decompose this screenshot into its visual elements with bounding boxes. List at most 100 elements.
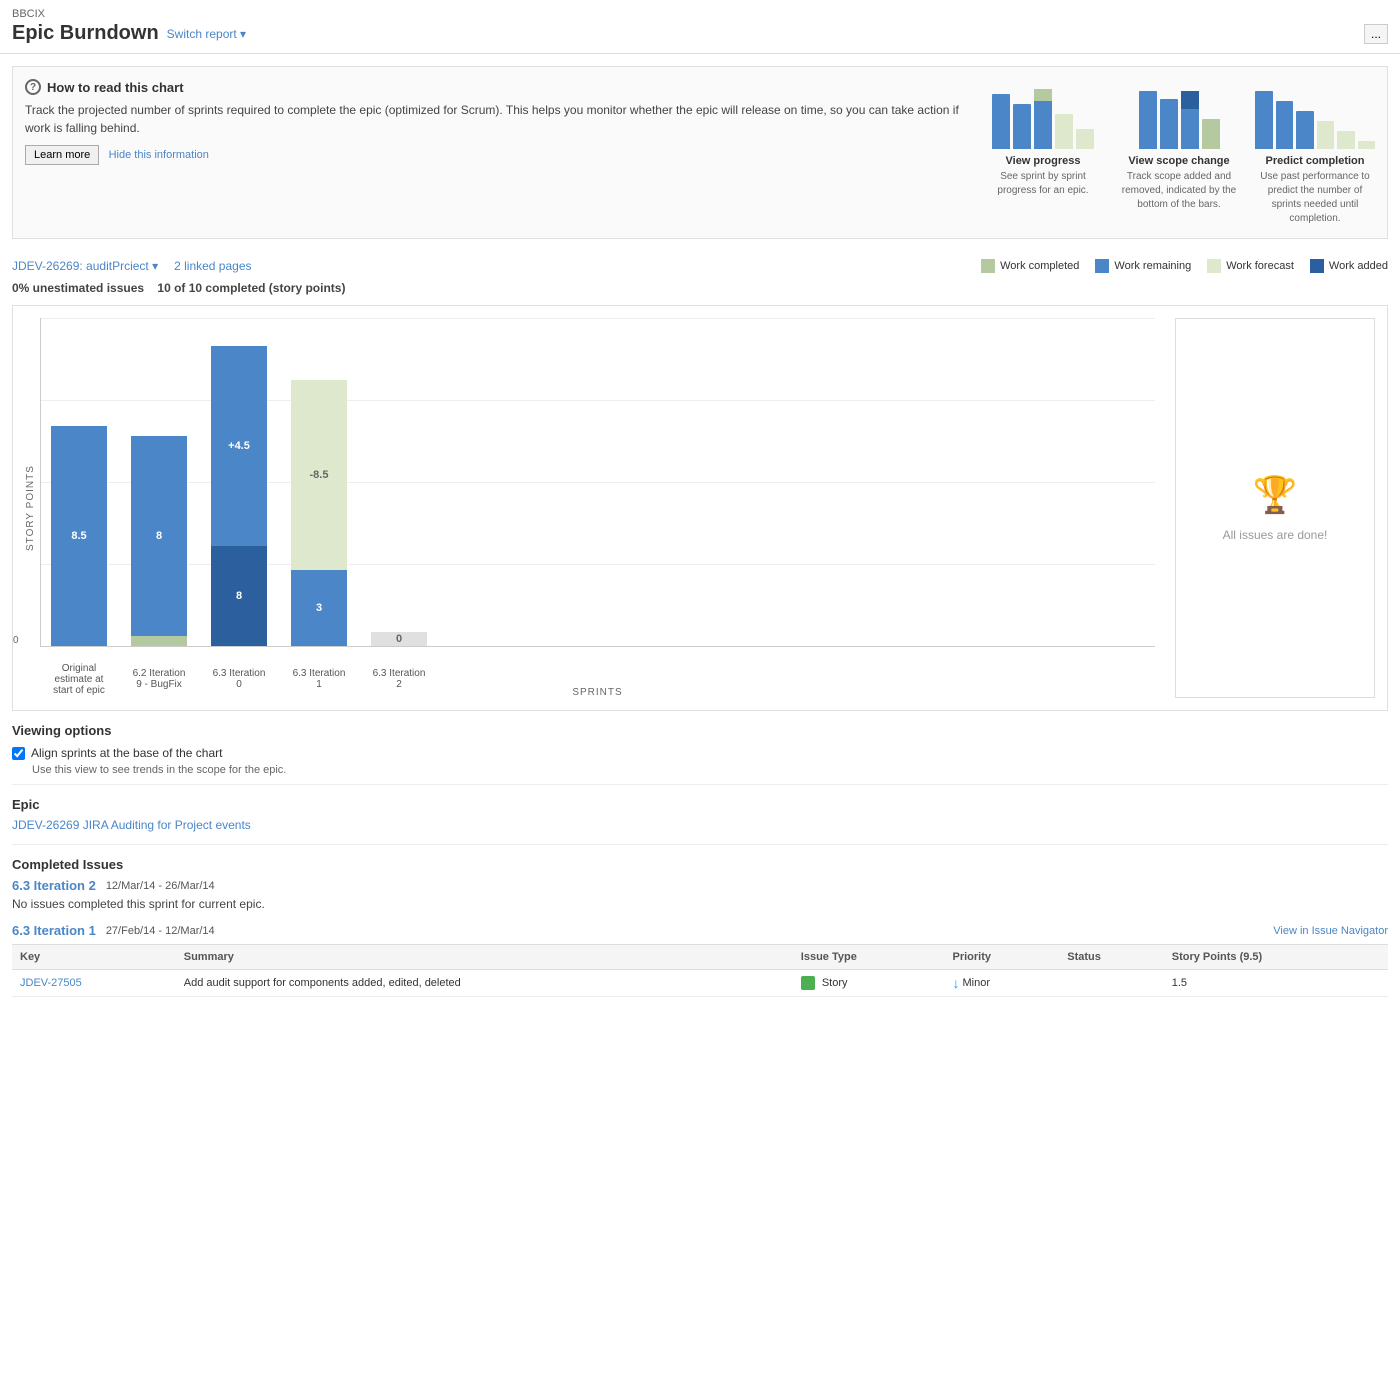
epic-link-item[interactable]: JDEV-26269 JIRA Auditing for Project eve… (12, 818, 1388, 832)
sprint-header-row-iter1: 6.3 Iteration 1 27/Feb/14 - 12/Mar/14 Vi… (12, 923, 1388, 938)
sprint-dates-iter1: 27/Feb/14 - 12/Mar/14 (106, 925, 215, 937)
info-description: Track the projected number of sprints re… (25, 101, 963, 137)
sprint-dates-iter2: 12/Mar/14 - 26/Mar/14 (106, 880, 215, 892)
learn-more-button[interactable]: Learn more (25, 145, 99, 165)
bar-label: 6.3 Iteration2 (359, 668, 439, 690)
bars-container: 8.5 Originalestimate atstart of epic 8 (51, 318, 427, 646)
legend-label-added: Work added (1329, 260, 1388, 272)
align-sprints-row: Align sprints at the base of the chart (12, 746, 1388, 760)
completed-issues-title: Completed Issues (12, 857, 1388, 872)
breadcrumb: BBCIX (12, 8, 1388, 20)
mini-bar (1181, 109, 1199, 149)
issue-status-cell (1059, 970, 1163, 997)
bar-iter0: 8 +4.5 6.3 Iteration0 (211, 346, 267, 646)
chart-section: STORY POINTS 0 (12, 305, 1388, 711)
issue-priority-cell: ↓ Minor (944, 970, 1059, 997)
bar-segment-added: 8 (211, 546, 267, 646)
bar-segment-remaining: 3 (291, 570, 347, 646)
col-key: Key (12, 945, 176, 970)
chart-wrap: STORY POINTS 0 (25, 318, 1155, 698)
mini-chart-scope (1119, 79, 1239, 149)
mini-bar (1255, 91, 1273, 149)
bar-stack: 8 (131, 436, 187, 646)
legend-item-remaining: Work remaining (1095, 259, 1191, 273)
info-chart-desc: See sprint by sprint progress for an epi… (983, 170, 1103, 198)
info-panel: ? How to read this chart Track the proje… (12, 66, 1388, 239)
switch-report-link[interactable]: Switch report ▾ (167, 27, 246, 41)
info-chart-desc: Use past performance to predict the numb… (1255, 170, 1375, 226)
sprint-name-iter1: 6.3 Iteration 1 (12, 923, 96, 938)
bar-stack: 0 (371, 632, 427, 646)
linked-pages-link[interactable]: 2 linked pages (174, 259, 251, 273)
priority-badge: ↓ Minor (952, 975, 990, 991)
mini-bar (1202, 119, 1220, 149)
y-axis-label: STORY POINTS (25, 318, 36, 698)
mini-chart-progress (983, 79, 1103, 149)
mini-bar (1296, 111, 1314, 149)
priority-label: Minor (962, 977, 990, 989)
align-sprints-desc: Use this view to see trends in the scope… (32, 764, 1388, 776)
page-title: Epic Burndown (12, 22, 159, 45)
bar-stack: 8 +4.5 (211, 346, 267, 646)
more-button[interactable]: ... (1364, 24, 1388, 44)
legend-item-forecast: Work forecast (1207, 259, 1294, 273)
chart-bars-wrap: 0 8.5 Originalestimate atstart of epic (40, 318, 1155, 647)
mini-bar (1317, 121, 1335, 149)
legend-swatch-completed (981, 259, 995, 273)
sprint-name-iter2: 6.3 Iteration 2 (12, 878, 96, 893)
col-issue-type: Issue Type (793, 945, 945, 970)
mini-bar (1139, 91, 1157, 149)
bar-label: 6.2 Iteration9 - BugFix (119, 668, 199, 690)
y-num: 0 (13, 635, 19, 646)
stats-completed: 0% unestimated issues 10 of 10 completed… (0, 281, 1400, 297)
legend-swatch-added (1310, 259, 1324, 273)
mini-bar (1076, 129, 1094, 149)
info-chart-title: View scope change (1119, 155, 1239, 167)
all-done-text: All issues are done! (1223, 528, 1328, 542)
page-header: BBCIX Epic Burndown Switch report ▾ ... (0, 0, 1400, 54)
hide-info-button[interactable]: Hide this information (109, 149, 209, 161)
epic-section: Epic JDEV-26269 JIRA Auditing for Projec… (12, 797, 1388, 832)
align-sprints-checkbox[interactable] (12, 747, 25, 760)
bar-segment: 8.5 (51, 426, 107, 646)
info-chart-predict: Predict completion Use past performance … (1255, 79, 1375, 226)
legend-swatch-remaining (1095, 259, 1109, 273)
mini-bar (992, 94, 1010, 149)
mini-bar (1013, 104, 1031, 149)
col-priority: Priority (944, 945, 1059, 970)
divider (12, 784, 1388, 785)
priority-icon: ↓ (952, 975, 959, 991)
legend-label-forecast: Work forecast (1226, 260, 1294, 272)
issue-type-cell: Story (793, 970, 945, 997)
view-navigator-link[interactable]: View in Issue Navigator (1273, 925, 1388, 937)
bar-iter1: 3 -8.5 6.3 Iteration1 (291, 380, 347, 646)
bar-iter9: 8 6.2 Iteration9 - BugFix (131, 436, 187, 646)
sprint-header-iter2[interactable]: 6.3 Iteration 2 12/Mar/14 - 26/Mar/14 (12, 878, 1388, 893)
stats-unestimated: 0% unestimated issues (12, 281, 144, 295)
bar-stack: 3 -8.5 (291, 380, 347, 646)
info-chart-title: View progress (983, 155, 1103, 167)
all-done-box: 🏆 All issues are done! (1175, 318, 1375, 698)
viewing-options-title: Viewing options (12, 723, 1388, 738)
legend-item-completed: Work completed (981, 259, 1079, 273)
info-left: ? How to read this chart Track the proje… (25, 79, 963, 226)
info-icon: ? (25, 79, 41, 95)
mini-bar (1337, 131, 1355, 149)
mini-bar-group (1181, 91, 1199, 149)
no-issues-text: No issues completed this sprint for curr… (12, 897, 1388, 911)
chart-legend: Work completed Work remaining Work forec… (981, 259, 1388, 273)
legend-swatch-forecast (1207, 259, 1221, 273)
sprint-header-iter1[interactable]: 6.3 Iteration 1 27/Feb/14 - 12/Mar/14 (12, 923, 215, 938)
epic-link[interactable]: JDEV-26269: auditPrciect ▾ (12, 259, 158, 273)
issue-key[interactable]: JDEV-27505 (20, 977, 82, 989)
col-summary: Summary (176, 945, 793, 970)
info-chart-scope: View scope change Track scope added and … (1119, 79, 1239, 226)
completed-issues-section: Completed Issues 6.3 Iteration 2 12/Mar/… (12, 857, 1388, 911)
align-sprints-label: Align sprints at the base of the chart (31, 746, 222, 760)
info-chart-desc: Track scope added and removed, indicated… (1119, 170, 1239, 212)
mini-bar (1276, 101, 1294, 149)
viewing-options: Viewing options Align sprints at the bas… (12, 723, 1388, 776)
issue-points-cell: 1.5 (1164, 970, 1388, 997)
mini-bar (1160, 99, 1178, 149)
stats-row: JDEV-26269: auditPrciect ▾ 2 linked page… (0, 251, 1400, 281)
